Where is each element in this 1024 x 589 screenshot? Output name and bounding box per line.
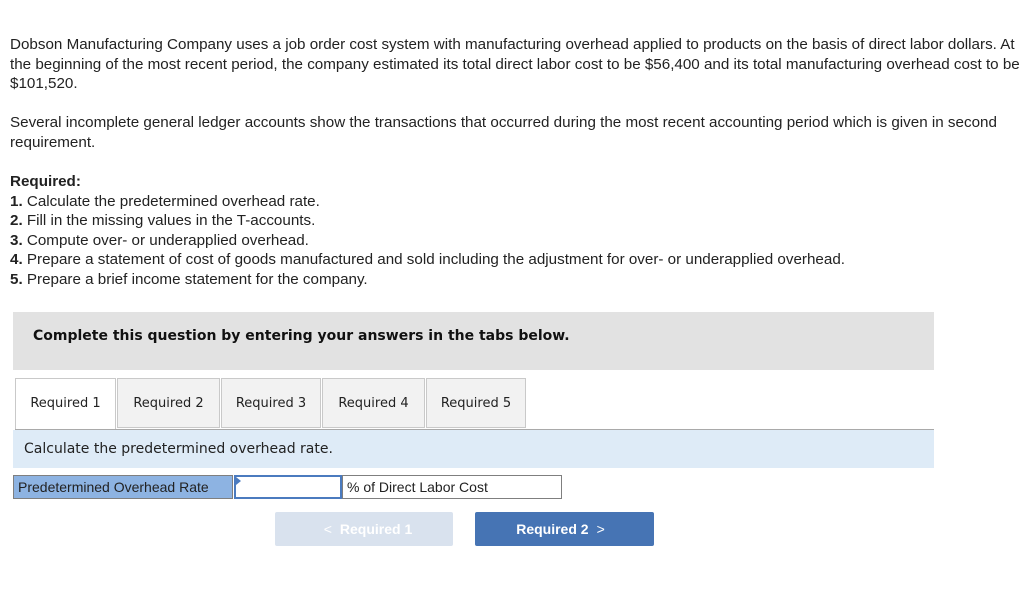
prev-required-button[interactable]: < Required 1 (275, 512, 453, 546)
overhead-rate-label: Predetermined Overhead Rate (13, 475, 233, 499)
prev-button-label: Required 1 (339, 521, 413, 537)
input-marker-icon (236, 477, 241, 485)
requirement-item: 2. Fill in the missing values in the T-a… (10, 212, 316, 229)
tab-required-5[interactable]: Required 5 (426, 378, 526, 428)
chevron-right-icon: > (596, 521, 605, 537)
requirement-item: 4. Prepare a statement of cost of goods … (10, 251, 845, 268)
question-prompt: Calculate the predetermined overhead rat… (13, 430, 934, 468)
tab-required-4[interactable]: Required 4 (322, 378, 425, 428)
instruction-text: Complete this question by entering your … (33, 328, 570, 344)
requirement-item: 1. Calculate the predetermined overhead … (10, 192, 320, 210)
prompt-text: Calculate the predetermined overhead rat… (24, 441, 333, 457)
requirement-item: 3. Compute over- or underapplied overhea… (10, 231, 309, 249)
overhead-rate-input-cell[interactable] (234, 475, 342, 499)
instruction-banner: Complete this question by entering your … (13, 312, 934, 370)
requirements-list: Required: 1. Calculate the predetermined… (10, 172, 845, 289)
next-button-label: Required 2 (516, 521, 589, 537)
tab-required-3[interactable]: Required 3 (221, 378, 321, 428)
overhead-rate-unit: % of Direct Labor Cost (342, 475, 562, 499)
problem-paragraph-1: Dobson Manufacturing Company uses a job … (10, 36, 1020, 92)
overhead-rate-input[interactable] (236, 477, 340, 497)
requirement-item: 5. Prepare a brief income statement for … (10, 270, 368, 288)
problem-paragraph-2: Several incomplete general ledger accoun… (10, 114, 997, 151)
chevron-left-icon: < (323, 521, 332, 537)
next-required-button[interactable]: Required 2 > (475, 512, 654, 546)
tab-required-2[interactable]: Required 2 (117, 378, 220, 428)
tab-required-1[interactable]: Required 1 (15, 378, 116, 431)
required-heading: Required: (10, 173, 81, 190)
